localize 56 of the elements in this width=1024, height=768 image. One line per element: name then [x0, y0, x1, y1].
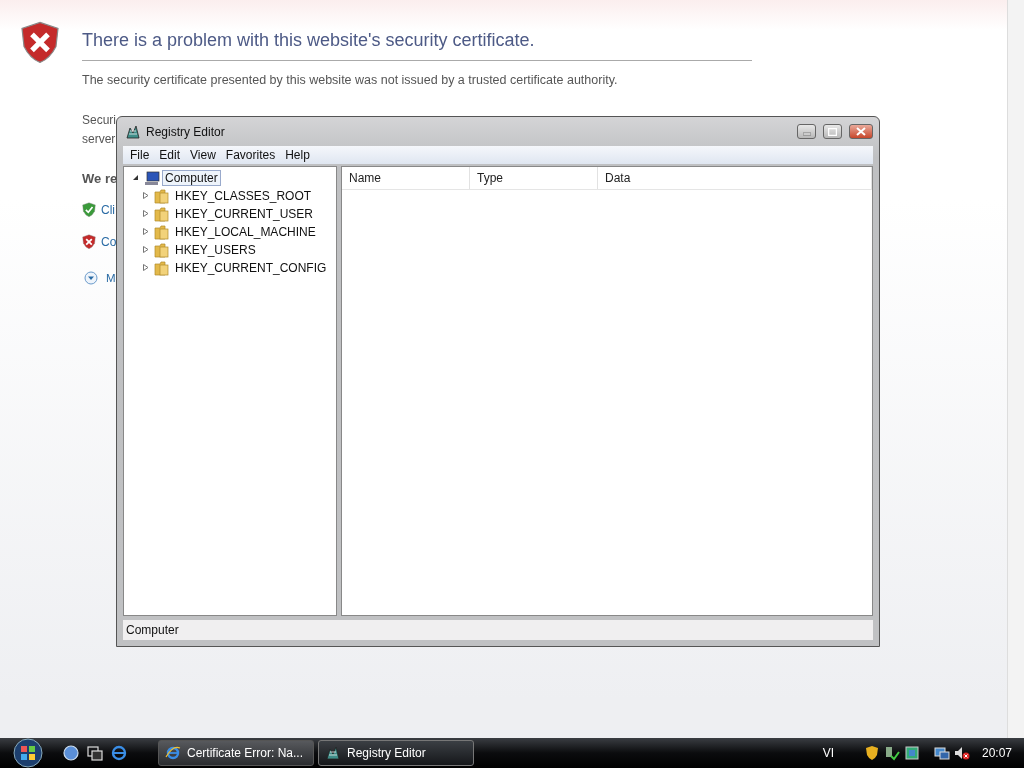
browser-icon	[165, 745, 181, 761]
tree-item[interactable]: HKEY_USERS	[172, 242, 259, 258]
column-header[interactable]: Type	[470, 167, 598, 189]
paragraph-line: server	[82, 131, 116, 148]
folder-icon	[154, 206, 170, 222]
recommendation-text: We re	[82, 171, 118, 186]
close-icon	[856, 127, 866, 136]
description-text: The security certificate presented by this website was not issued by a trusted certificate authority.	[82, 73, 619, 87]
tree-item[interactable]: Computer	[162, 170, 221, 186]
folder-icon	[154, 188, 170, 204]
maximize-button[interactable]	[823, 124, 842, 139]
close-button[interactable]	[849, 124, 873, 139]
window-title: Registry Editor	[146, 124, 225, 139]
column-header[interactable]: Name	[342, 167, 470, 189]
menu-item[interactable]: View	[186, 148, 220, 162]
tree-item[interactable]: HKEY_CURRENT_USER	[172, 206, 317, 222]
menu-item[interactable]: Edit	[155, 148, 185, 162]
more-link[interactable]: M	[106, 272, 116, 285]
status-text: Computer	[126, 623, 179, 637]
expand-circle-icon	[84, 271, 98, 286]
error-shield-icon	[20, 20, 60, 65]
taskbar-button[interactable]: Certificate Error: Na...	[158, 740, 314, 766]
scrollbar[interactable]	[1007, 0, 1024, 738]
page-heading: There is a problem with this website's security certificate.	[82, 20, 752, 61]
language-indicator[interactable]: VI	[822, 746, 834, 760]
menu-item[interactable]: Help	[281, 148, 314, 162]
registry-icon	[325, 745, 341, 761]
column-header[interactable]: Data	[598, 167, 872, 189]
option-link[interactable]: Co	[101, 234, 117, 249]
computer-icon	[144, 170, 160, 186]
paragraph-line: Securi	[82, 112, 116, 129]
network-check-icon[interactable]	[883, 745, 900, 761]
clock[interactable]: 20:07	[981, 746, 1012, 760]
taskbar-button[interactable]: Registry Editor	[318, 740, 474, 766]
muted-speaker-icon[interactable]	[953, 745, 970, 761]
option-link[interactable]: Cli	[101, 202, 115, 217]
folder-icon	[154, 260, 170, 276]
check-shield-icon	[82, 202, 96, 218]
browser-icon[interactable]	[110, 744, 128, 762]
tree-item[interactable]: HKEY_CURRENT_CONFIG	[172, 260, 330, 276]
minimize-button[interactable]	[797, 124, 816, 139]
menu-item[interactable]: File	[126, 148, 154, 162]
error-shield-icon	[82, 233, 96, 250]
folder-icon	[154, 242, 170, 258]
registry-icon	[125, 123, 141, 140]
menu-item[interactable]: Favorites	[221, 148, 280, 162]
maximize-icon	[828, 127, 837, 136]
expander-icon[interactable]	[132, 173, 139, 181]
tree-item[interactable]: HKEY_LOCAL_MACHINE	[172, 224, 319, 240]
network-icon[interactable]	[933, 745, 950, 761]
start-button[interactable]	[10, 738, 46, 768]
folder-icon	[154, 224, 170, 240]
security-shield-icon[interactable]	[863, 745, 880, 761]
tree-item[interactable]: HKEY_CLASSES_ROOT	[172, 188, 315, 204]
globe-icon[interactable]	[62, 744, 80, 762]
windows-stack-icon[interactable]	[86, 744, 104, 762]
